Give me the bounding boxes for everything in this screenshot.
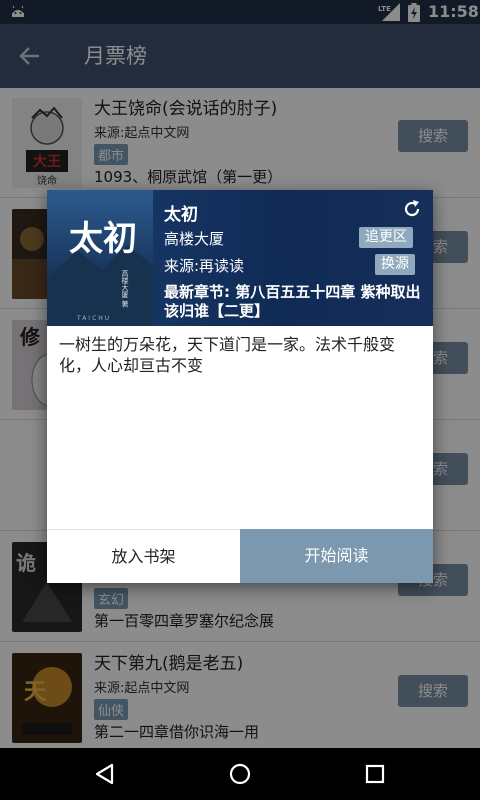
dialog-header: 太初 高楼大厦 著 TAICHU 太初 高楼大厦 追更区 来源:再读读 换源 最… [47,190,433,326]
refresh-icon[interactable] [401,198,423,220]
book-cover-image: 太初 高楼大厦 著 TAICHU [47,190,153,326]
dialog-book-source: 来源:再读读 [164,257,245,275]
system-nav-bar [0,748,480,800]
square-recents-icon[interactable] [363,762,387,786]
dialog-latest-chapter: 最新章节: 第八百五五十四章 紫种取出该归谁【二更】 [164,283,421,320]
svg-text:高楼大厦 著: 高楼大厦 著 [121,269,129,308]
triangle-back-icon[interactable] [93,762,117,786]
add-to-shelf-button[interactable]: 放入书架 [47,529,240,583]
svg-text:TAICHU: TAICHU [76,315,111,322]
dialog-book-intro: 一树生的万朵花，天下道门是一家。法术千般变化，人心却亘古不变 [59,335,396,375]
start-reading-button[interactable]: 开始阅读 [240,529,433,583]
follow-updates-button[interactable]: 追更区 [359,227,413,248]
svg-text:太初: 太初 [69,219,137,259]
dialog-book-title: 太初 [164,205,198,225]
book-detail-dialog: 太初 高楼大厦 著 TAICHU 太初 高楼大厦 追更区 来源:再读读 换源 最… [47,190,433,583]
change-source-button[interactable]: 换源 [375,254,415,275]
circle-home-icon[interactable] [228,762,252,786]
dialog-book-author: 高楼大厦 [164,230,225,248]
